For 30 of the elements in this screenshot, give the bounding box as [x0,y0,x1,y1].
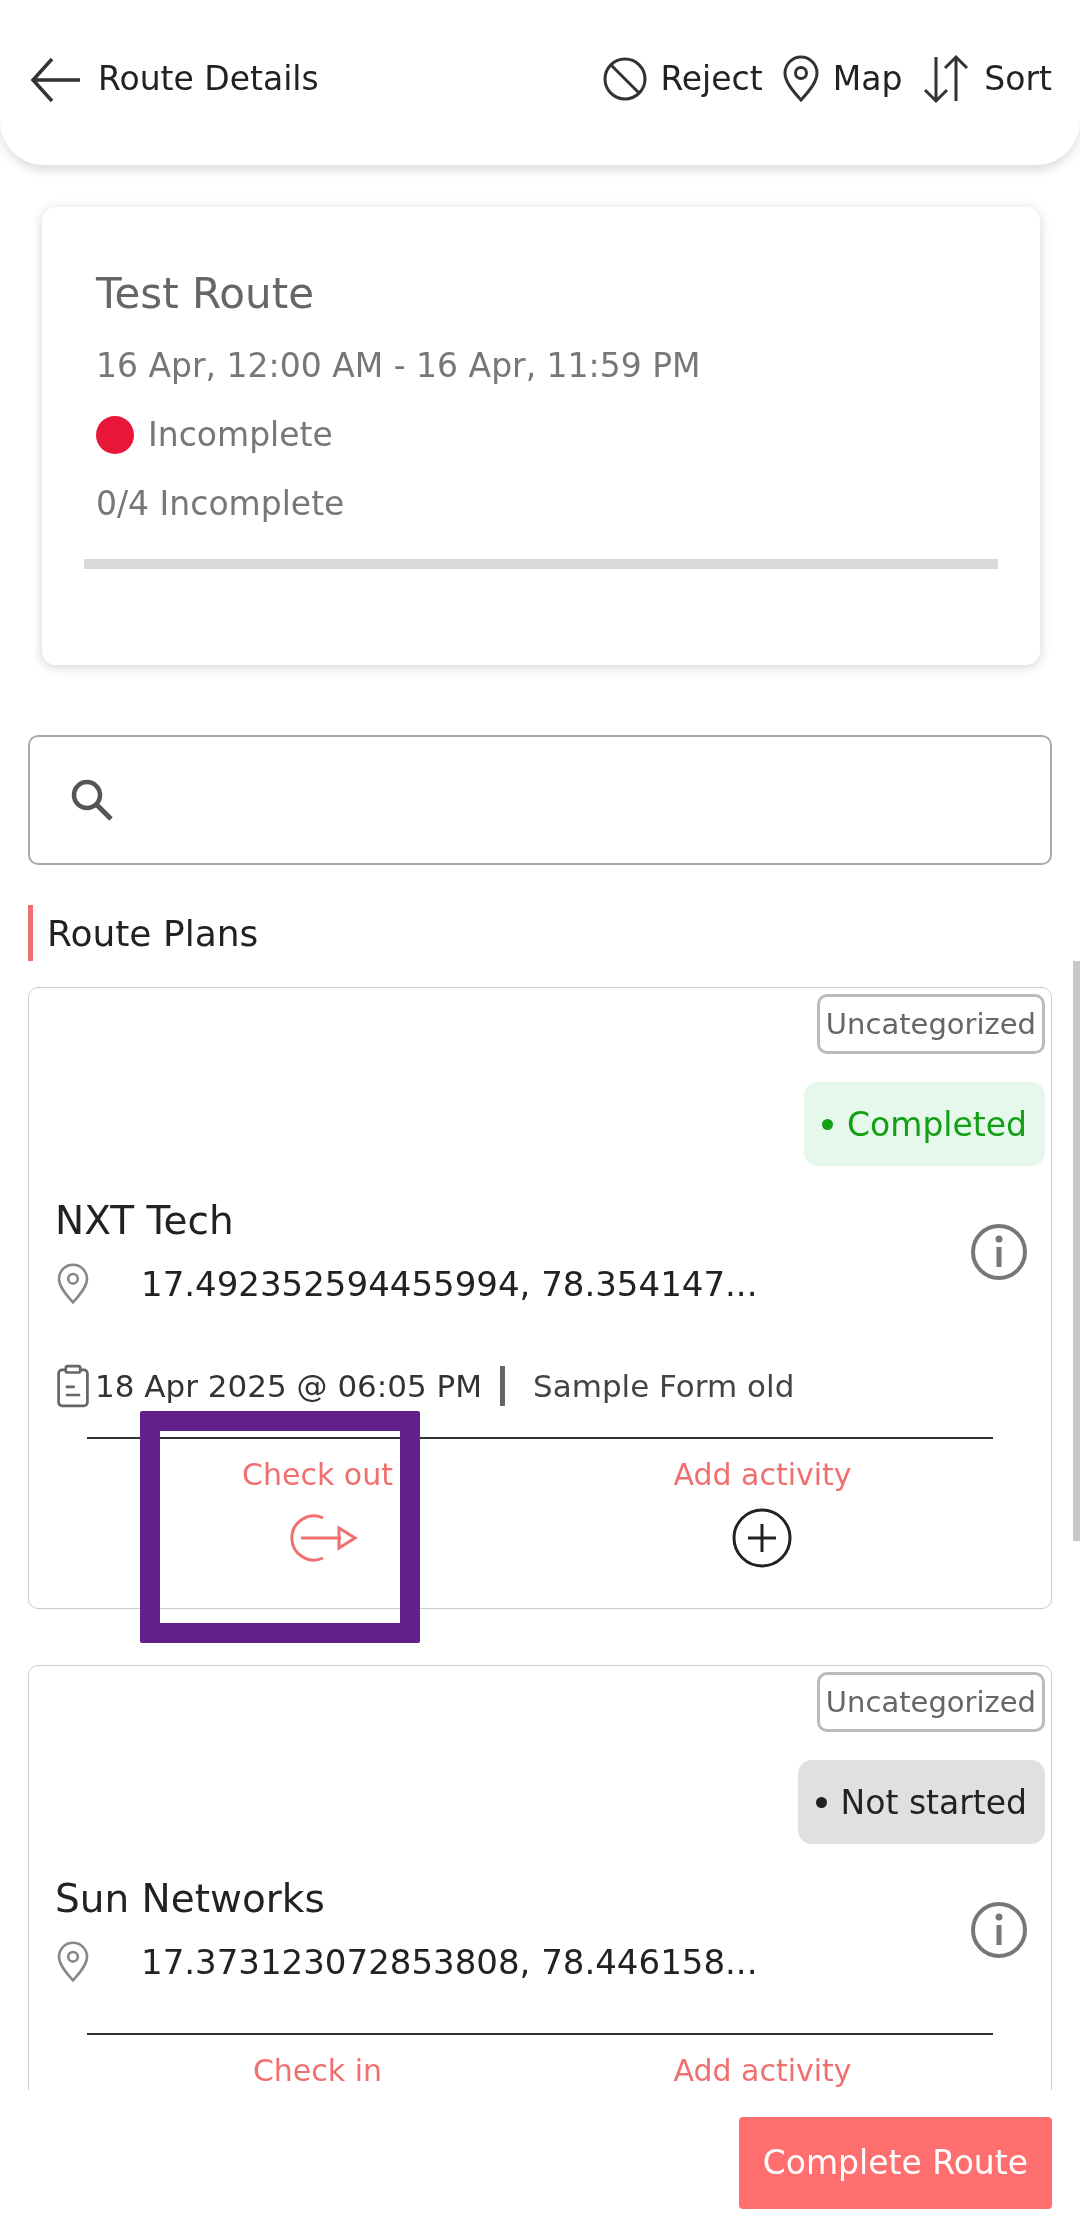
page-title: Route Details [98,59,319,98]
category-tag: Uncategorized [816,994,1045,1054]
scrollbar[interactable] [1073,961,1080,1541]
form-name: Sample Form old [533,1368,795,1404]
progress-text: 0/4 Incomplete [96,484,346,523]
sort-button[interactable]: Sort [920,52,1052,105]
location-coordinates: 17.373123072853808, 78.446158... [141,1942,758,1982]
prohibited-icon [602,55,649,102]
form-date: 18 Apr 2025 @ 06:05 PM [95,1368,482,1404]
status-label: Incomplete [148,415,333,454]
route-name: Test Route [96,269,315,318]
section-title: Route Plans [47,912,259,954]
reject-button[interactable]: Reject [602,55,763,102]
category-tag: Uncategorized [816,1672,1045,1732]
location-pin-icon [55,1941,91,1983]
info-icon[interactable] [969,1221,1029,1282]
section-marker [28,905,33,961]
customer-name: NXT Tech [55,1198,235,1243]
location-pin-icon [55,1263,91,1305]
customer-name: Sun Networks [55,1876,326,1921]
plan-card[interactable]: Uncategorized Completed NXT Tech 17.492352594455994, 78.354147... 18 Apr 2025 @ 06:05 PM Sample Form old Check out Add activity [28,987,1052,1609]
status-badge: Completed [804,1082,1045,1166]
map-button[interactable]: Map [780,54,903,103]
search-field[interactable] [28,735,1052,865]
clipboard-icon [55,1363,91,1409]
location-coordinates: 17.492352594455994, 78.354147... [141,1264,758,1304]
status-badge: Not started [797,1760,1045,1844]
info-icon[interactable] [969,1899,1029,1960]
route-period: 16 Apr, 12:00 AM - 16 Apr, 11:59 PM [96,346,702,385]
separator-bar [500,1366,505,1406]
